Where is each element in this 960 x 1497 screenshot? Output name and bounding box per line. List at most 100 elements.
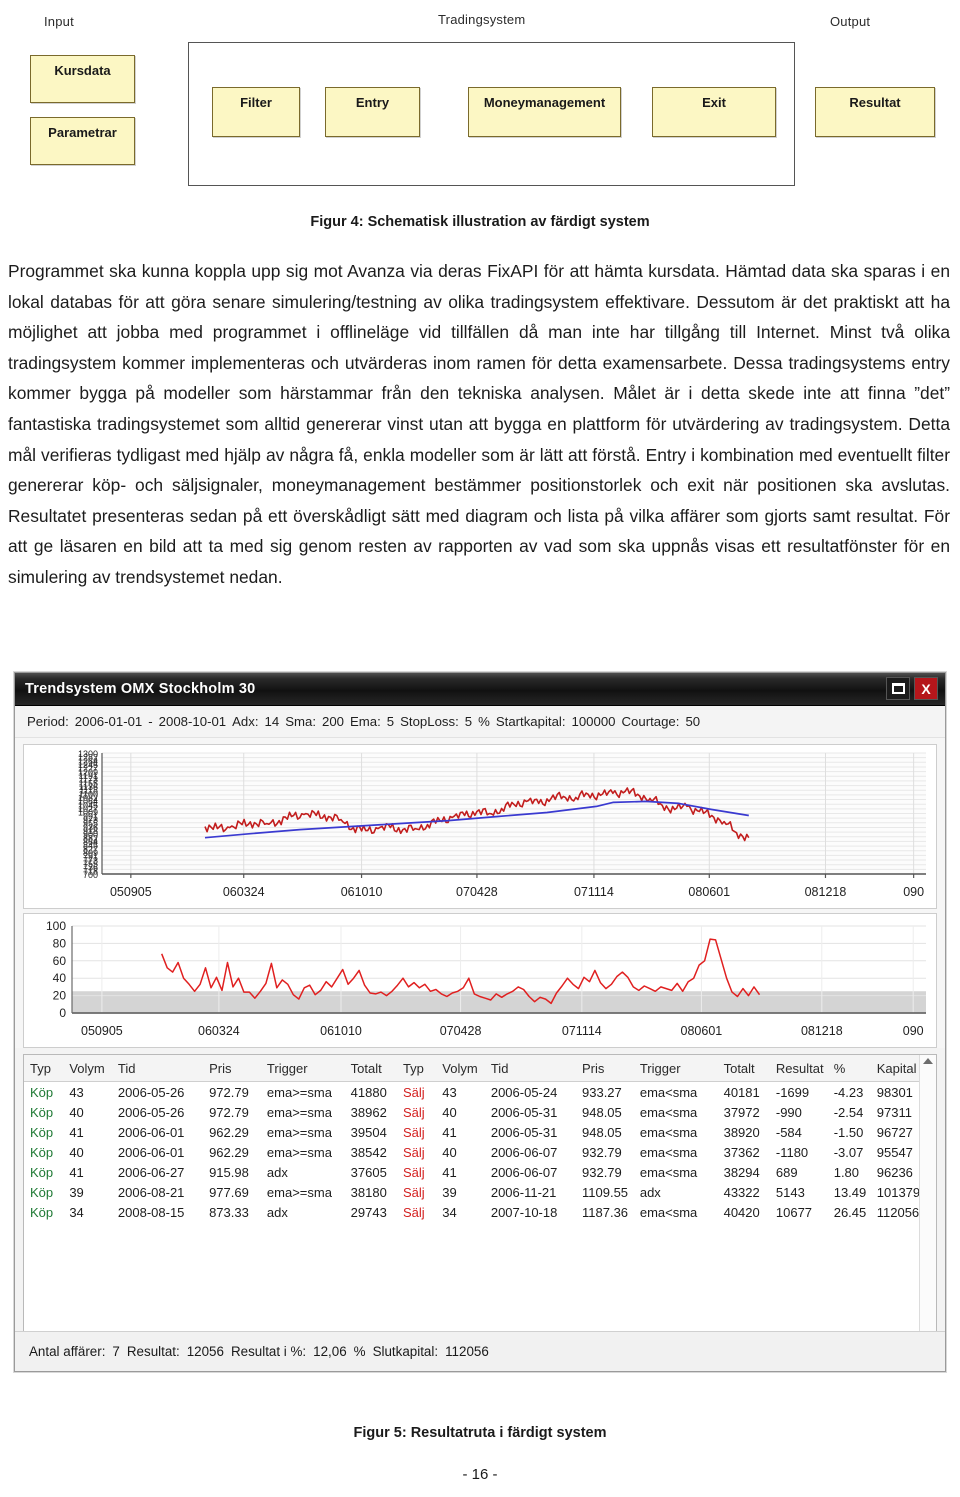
status-token-8: 112056 [445,1344,489,1359]
table-row[interactable]: Köp 40 2006-06-01 962.29 ema>=sma 38542 Sälj 40… [24,1142,936,1162]
table-cell-7: 39 [442,1184,457,1200]
table-cell-12: -1699 [775,1084,810,1100]
diagram-box-parametrar: Parametrar [30,117,135,165]
column-header-12[interactable]: Resultat [770,1061,828,1076]
svg-text:061010: 061010 [320,1024,362,1038]
column-header-4[interactable]: Trigger [261,1061,345,1076]
table-header-row: Typ Volym Tid Pris Trigger Totalt Typ Volym Tid P… [24,1055,936,1082]
column-header-2[interactable]: Tid [112,1061,203,1076]
column-header-5[interactable]: Totalt [345,1061,397,1076]
table-cell-6: Sälj [402,1084,425,1100]
status-token-1: 7 [112,1344,120,1359]
table-row[interactable]: Köp 43 2006-05-26 972.79 ema>=sma 41880 Sälj 43… [24,1082,936,1102]
table-cell-0: Köp [30,1164,54,1180]
column-header-11[interactable]: Totalt [718,1061,770,1076]
table-scrollbar[interactable] [919,1055,936,1355]
column-header-8[interactable]: Tid [485,1061,576,1076]
param-token-10: StopLoss: [400,714,459,729]
figure5-caption: Figur 5: Resultatruta i färdigt system [353,1425,607,1441]
restore-icon[interactable] [886,677,910,700]
column-header-0[interactable]: Typ [24,1061,63,1076]
table-row[interactable]: Köp 41 2006-06-01 962.29 ema>=sma 39504 Sälj 41… [24,1122,936,1142]
status-token-4: Resultat i %: [230,1344,307,1359]
table-cell-0: Köp [30,1104,54,1120]
column-header-7[interactable]: Volym [436,1061,485,1076]
table-cell-13: -1.50 [833,1124,864,1140]
table-cell-0: Köp [30,1084,54,1100]
param-token-2: - [148,714,153,729]
table-cell-10: ema<sma [639,1104,698,1120]
table-cell-13: -3.07 [833,1144,864,1160]
table-cell-3: 873.33 [209,1204,249,1220]
table-cell-13: 13.49 [833,1184,867,1200]
table-body: Köp 43 2006-05-26 972.79 ema>=sma 41880 Sälj 43… [24,1082,936,1222]
table-cell-12: 10677 [775,1204,813,1220]
table-cell-1: 39 [69,1184,84,1200]
table-cell-9: 932.79 [582,1144,622,1160]
table-row[interactable]: Köp 41 2006-06-27 915.98 adx 37605 Sälj 41 2006-… [24,1162,936,1182]
table-cell-0: Köp [30,1184,54,1200]
table-cell-2: 2006-05-26 [117,1104,185,1120]
diagram-box-moneymanagement: Moneymanagement [468,87,621,137]
table-cell-10: ema<sma [639,1204,698,1220]
table-cell-5: 38542 [350,1144,387,1160]
table-cell-13: 1.80 [833,1164,860,1180]
column-header-6[interactable]: Typ [397,1061,436,1076]
scroll-up-icon[interactable] [923,1058,933,1064]
svg-text:0: 0 [59,1006,66,1020]
table-cell-12: -584 [775,1124,802,1140]
table-cell-8: 2007-10-18 [490,1204,558,1220]
table-cell-11: 40181 [723,1084,760,1100]
table-cell-2: 2006-06-27 [117,1164,185,1180]
table-cell-5: 41880 [350,1084,387,1100]
table-cell-10: ema<sma [639,1164,698,1180]
table-cell-10: ema<sma [639,1084,698,1100]
column-header-10[interactable]: Trigger [634,1061,718,1076]
column-header-13[interactable]: % [828,1061,871,1076]
table-cell-9: 933.27 [582,1084,622,1100]
table-cell-4: ema>=sma [266,1084,332,1100]
table-cell-7: 43 [442,1084,457,1100]
table-cell-12: -990 [775,1104,802,1120]
table-cell-7: 41 [442,1164,457,1180]
table-row[interactable]: Köp 40 2006-05-26 972.79 ema>=sma 38962 Sälj 40… [24,1102,936,1122]
param-token-7: 200 [321,714,344,729]
diagram-box-exit: Exit [652,87,776,137]
column-header-1[interactable]: Volym [63,1061,112,1076]
table-cell-7: 40 [442,1104,457,1120]
table-cell-4: ema>=sma [266,1144,332,1160]
table-cell-1: 40 [69,1144,84,1160]
svg-text:081218: 081218 [805,885,847,899]
table-cell-1: 43 [69,1084,84,1100]
table-cell-9: 948.05 [582,1124,622,1140]
close-icon[interactable]: X [914,677,938,700]
table-cell-0: Köp [30,1124,54,1140]
table-cell-13: -2.54 [833,1104,864,1120]
diagram-box-label: Exit [702,95,726,110]
table-cell-5: 37605 [350,1164,387,1180]
svg-text:070428: 070428 [440,1024,482,1038]
table-cell-2: 2006-05-26 [117,1084,185,1100]
table-row[interactable]: Köp 34 2008-08-15 873.33 adx 29743 Sälj 34 2007-… [24,1202,936,1222]
table-cell-4: ema>=sma [266,1124,332,1140]
status-token-0: Antal affärer: [29,1344,106,1359]
param-token-9: 5 [386,714,395,729]
param-token-6: Sma: [285,714,316,729]
svg-text:070428: 070428 [456,885,498,899]
column-header-3[interactable]: Pris [203,1061,261,1076]
table-cell-2: 2008-08-15 [117,1204,185,1220]
table-cell-4: adx [266,1164,288,1180]
table-row[interactable]: Köp 39 2006-08-21 977.69 ema>=sma 38180 Sälj 39… [24,1182,936,1202]
table-cell-5: 38180 [350,1184,387,1200]
column-header-9[interactable]: Pris [576,1061,634,1076]
param-token-5: 14 [264,714,280,729]
diagram-box-label: Moneymanagement [483,95,606,110]
table-cell-9: 1109.55 [582,1184,629,1200]
table-cell-5: 38962 [350,1104,387,1120]
table-cell-0: Köp [30,1204,54,1220]
charts-area: 1300 1282 1264 1245 1227 1209 1191 1173 1155 1136… [15,738,945,1048]
svg-text:700: 700 [83,870,98,880]
table-cell-5: 39504 [350,1124,387,1140]
result-window: Trendsystem OMX Stockholm 30 X Period: 20… [14,672,946,1372]
svg-text:060324: 060324 [198,1024,240,1038]
